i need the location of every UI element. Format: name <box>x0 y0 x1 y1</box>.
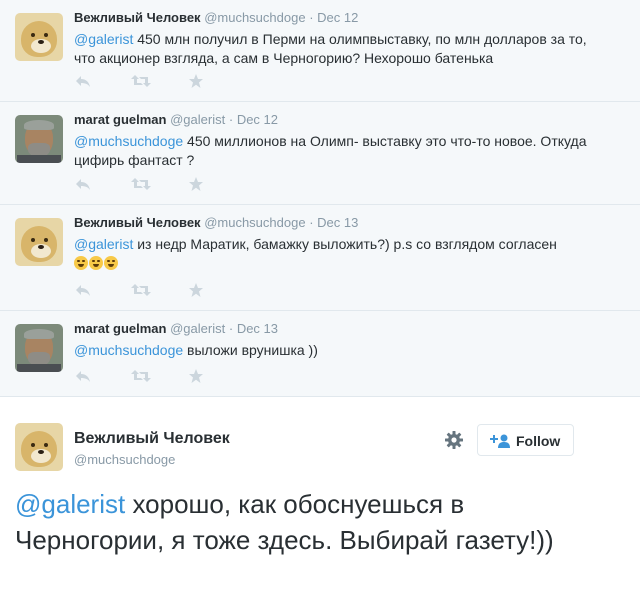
tweet-header: marat guelman @galerist · Dec 13 <box>74 321 600 337</box>
tweet-header: marat guelman @galerist · Dec 12 <box>74 112 600 128</box>
tweet-text: @galerist хорошо, как обоснуешься в Черн… <box>15 486 615 558</box>
reply-thread: Вежливый Человек @muchsuchdoge · Dec 12 … <box>0 0 640 397</box>
retweet-icon[interactable] <box>130 73 156 93</box>
separator-dot: · <box>309 215 314 230</box>
user-name[interactable]: marat guelman <box>74 112 166 127</box>
timestamp[interactable]: Dec 12 <box>317 10 358 25</box>
reply-icon[interactable] <box>74 73 100 93</box>
timestamp[interactable]: Dec 13 <box>317 215 358 230</box>
laughing-emoji-icon <box>89 256 103 270</box>
doge-avatar-image <box>15 218 63 266</box>
add-user-icon <box>490 433 512 452</box>
timestamp[interactable]: Dec 12 <box>237 112 278 127</box>
retweet-icon[interactable] <box>130 282 156 302</box>
mention-link[interactable]: @galerist <box>74 236 133 252</box>
user-name[interactable]: Вежливый Человек <box>74 10 201 25</box>
tweet-item[interactable]: Вежливый Человек @muchsuchdoge · Dec 12 … <box>0 0 640 102</box>
mention-link[interactable]: @galerist <box>15 489 125 519</box>
doge-avatar-image <box>15 13 63 61</box>
tweet-header: Вежливый Человек @muchsuchdoge · Dec 13 <box>74 215 600 231</box>
user-name[interactable]: marat guelman <box>74 321 166 336</box>
star-icon[interactable] <box>188 282 214 302</box>
retweet-icon[interactable] <box>130 368 156 388</box>
main-tweet: Вежливый Человек @muchsuchdoge Follow @g… <box>0 397 640 593</box>
marat-avatar-image <box>15 324 63 372</box>
follow-label: Follow <box>516 433 561 449</box>
mention-link[interactable]: @galerist <box>74 31 133 47</box>
tweet-body: из недр Маратик, бамажку выложить?) p.s … <box>133 236 557 252</box>
star-icon[interactable] <box>188 368 214 388</box>
avatar[interactable] <box>15 115 63 163</box>
user-handle[interactable]: @muchsuchdoge <box>204 10 305 25</box>
user-handle[interactable]: @galerist <box>170 321 225 336</box>
avatar[interactable] <box>15 324 63 372</box>
laughing-emoji-icon <box>104 256 118 270</box>
user-name[interactable]: Вежливый Человек <box>74 215 201 230</box>
tweet-header: Вежливый Человек @muchsuchdoge · Dec 12 <box>74 10 600 26</box>
laughing-emoji-icon <box>74 256 88 270</box>
avatar[interactable] <box>15 423 63 471</box>
user-name[interactable]: Вежливый Человек <box>74 430 230 448</box>
avatar[interactable] <box>15 13 63 61</box>
tweet-item[interactable]: marat guelman @galerist · Dec 12 @muchsu… <box>0 102 640 205</box>
separator-dot: · <box>228 112 234 127</box>
avatar[interactable] <box>15 218 63 266</box>
mention-link[interactable]: @muchsuchdoge <box>74 342 183 358</box>
marat-avatar-image <box>15 115 63 163</box>
user-handle[interactable]: @galerist <box>170 112 225 127</box>
tweet-text: @muchsuchdoge 450 миллионов на Олимп- вы… <box>74 132 600 170</box>
star-icon[interactable] <box>188 176 214 196</box>
separator-dot: · <box>228 321 234 336</box>
user-handle[interactable]: @muchsuchdoge <box>74 452 175 467</box>
tweet-text: @galerist 450 млн получил в Перми на оли… <box>74 30 600 68</box>
reply-icon[interactable] <box>74 176 100 196</box>
tweet-item[interactable]: Вежливый Человек @muchsuchdoge · Dec 13 … <box>0 205 640 311</box>
star-icon[interactable] <box>188 73 214 93</box>
retweet-icon[interactable] <box>130 176 156 196</box>
gear-icon[interactable] <box>444 430 464 450</box>
tweet-text: @galerist из недр Маратик, бамажку вылож… <box>74 235 600 273</box>
reply-icon[interactable] <box>74 368 100 388</box>
tweet-body: выложи врунишка )) <box>183 342 318 358</box>
separator-dot: · <box>309 10 314 25</box>
user-handle[interactable]: @muchsuchdoge <box>204 215 305 230</box>
tweet-body: 450 млн получил в Перми на олимпвыставку… <box>74 31 587 66</box>
reply-icon[interactable] <box>74 282 100 302</box>
follow-button[interactable]: Follow <box>477 424 574 456</box>
timestamp[interactable]: Dec 13 <box>237 321 278 336</box>
tweet-item[interactable]: marat guelman @galerist · Dec 13 @muchsu… <box>0 311 640 397</box>
mention-link[interactable]: @muchsuchdoge <box>74 133 183 149</box>
doge-avatar-image <box>15 423 63 471</box>
tweet-text: @muchsuchdoge выложи врунишка )) <box>74 341 600 360</box>
